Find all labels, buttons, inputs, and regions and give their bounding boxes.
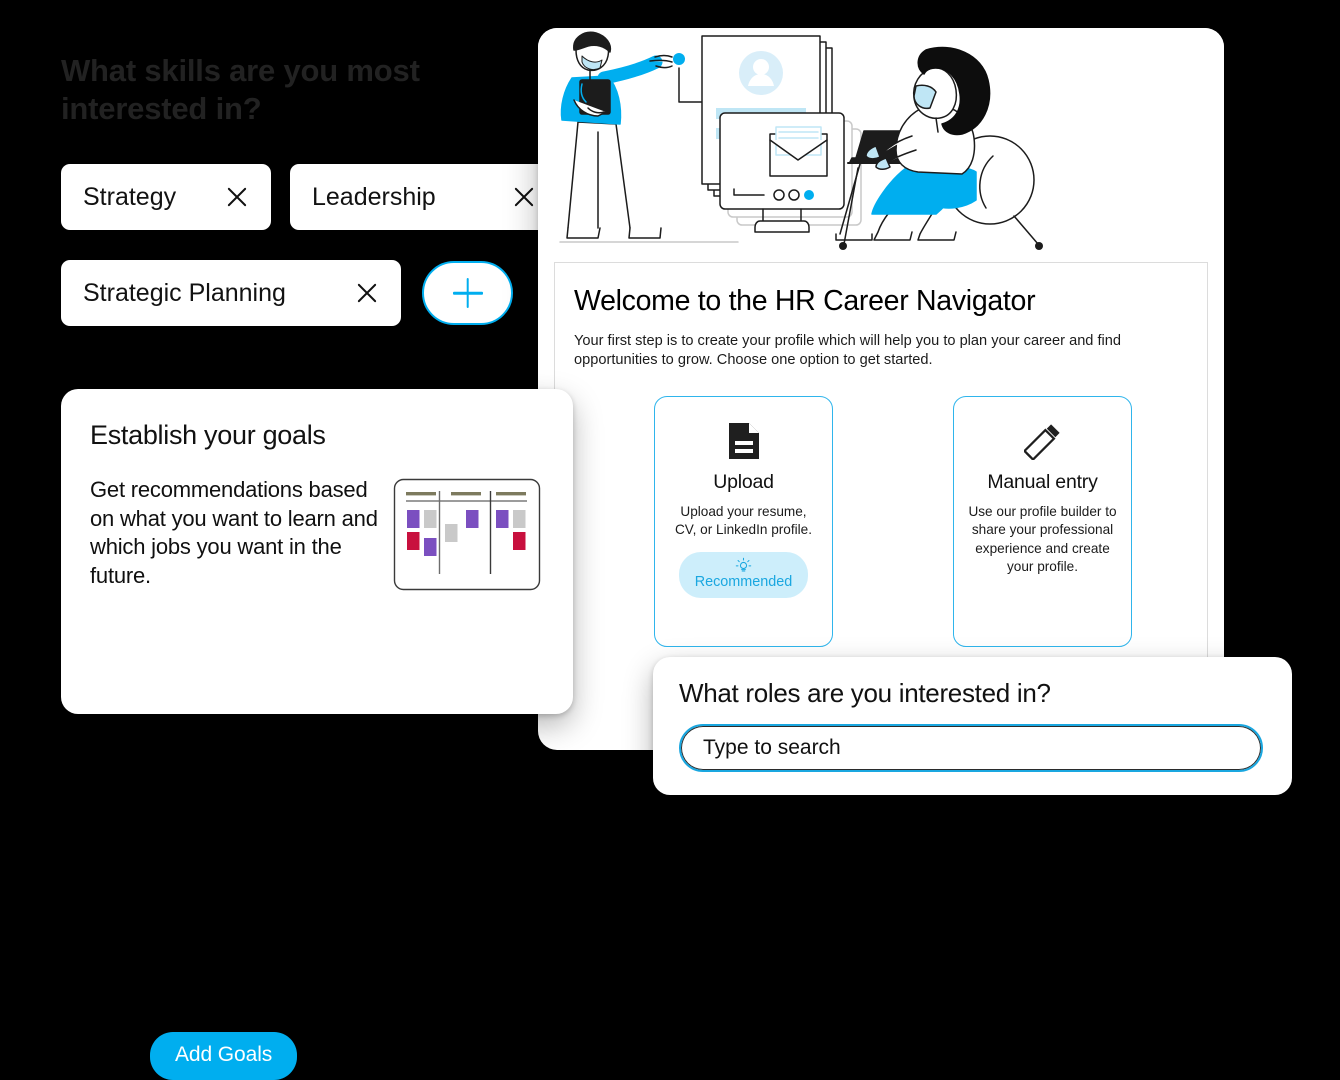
roles-card-title: What roles are you interested in?	[679, 678, 1051, 708]
status-badge: Recommended	[678, 551, 809, 598]
page-subtitle: Your first step is to create your profil…	[574, 332, 1122, 369]
search-input[interactable]	[679, 724, 1263, 772]
option-description: Upload your resume, CV, or LinkedIn prof…	[674, 504, 813, 538]
plus-icon	[453, 278, 483, 308]
goals-card-title: Establish your goals	[90, 420, 326, 450]
close-icon[interactable]	[510, 183, 538, 211]
add-goals-button[interactable]: Add Goals	[150, 1032, 298, 1080]
skill-chip-strategic-planning[interactable]: Strategic Planning	[61, 260, 401, 326]
option-title: Manual entry	[987, 471, 1098, 494]
document-icon	[727, 419, 761, 463]
lightbulb-icon	[735, 557, 752, 574]
screen-root: What skills are you most interested in? …	[0, 0, 1340, 1080]
close-icon[interactable]	[223, 183, 251, 211]
skill-chip-label: Strategic Planning	[83, 278, 286, 307]
skill-chip-leadership[interactable]: Leadership	[290, 164, 558, 230]
pencil-icon	[1023, 419, 1062, 463]
option-description: Use our profile builder to share your pr…	[968, 504, 1117, 574]
establish-goals-card: Establish your goals Get recommendations…	[61, 389, 573, 1080]
goals-card-body: Get recommendations based on what you wa…	[90, 476, 543, 596]
badge-label: Recommended	[694, 573, 793, 590]
skill-chip-label: Strategy	[83, 182, 177, 211]
kanban-board-icon	[393, 478, 541, 596]
option-card-upload[interactable]: Upload Upload your resume, CV, or Linked…	[654, 396, 833, 648]
roles-interest-card: What roles are you interested in?	[653, 657, 1292, 795]
goals-card-text: Get recommendations based on what you wa…	[90, 477, 378, 588]
skill-chip-strategy[interactable]: Strategy	[61, 164, 271, 230]
option-card-manual-entry[interactable]: Manual entry Use our profile builder to …	[953, 396, 1132, 648]
people-building-profile-illustration	[538, 28, 1224, 260]
skill-chip-label: Leadership	[312, 182, 436, 211]
profile-options-group: Upload Upload your resume, CV, or Linked…	[574, 396, 1188, 648]
add-skill-button[interactable]	[422, 261, 513, 325]
skills-question-heading: What skills are you most interested in?	[61, 53, 420, 126]
hr-career-navigator-card: Welcome to the HR Career Navigator Your …	[538, 28, 1224, 750]
close-icon[interactable]	[353, 279, 381, 307]
page-title: Welcome to the HR Career Navigator	[574, 285, 1036, 317]
welcome-panel: Welcome to the HR Career Navigator Your …	[554, 262, 1208, 662]
option-title: Upload	[713, 471, 774, 494]
